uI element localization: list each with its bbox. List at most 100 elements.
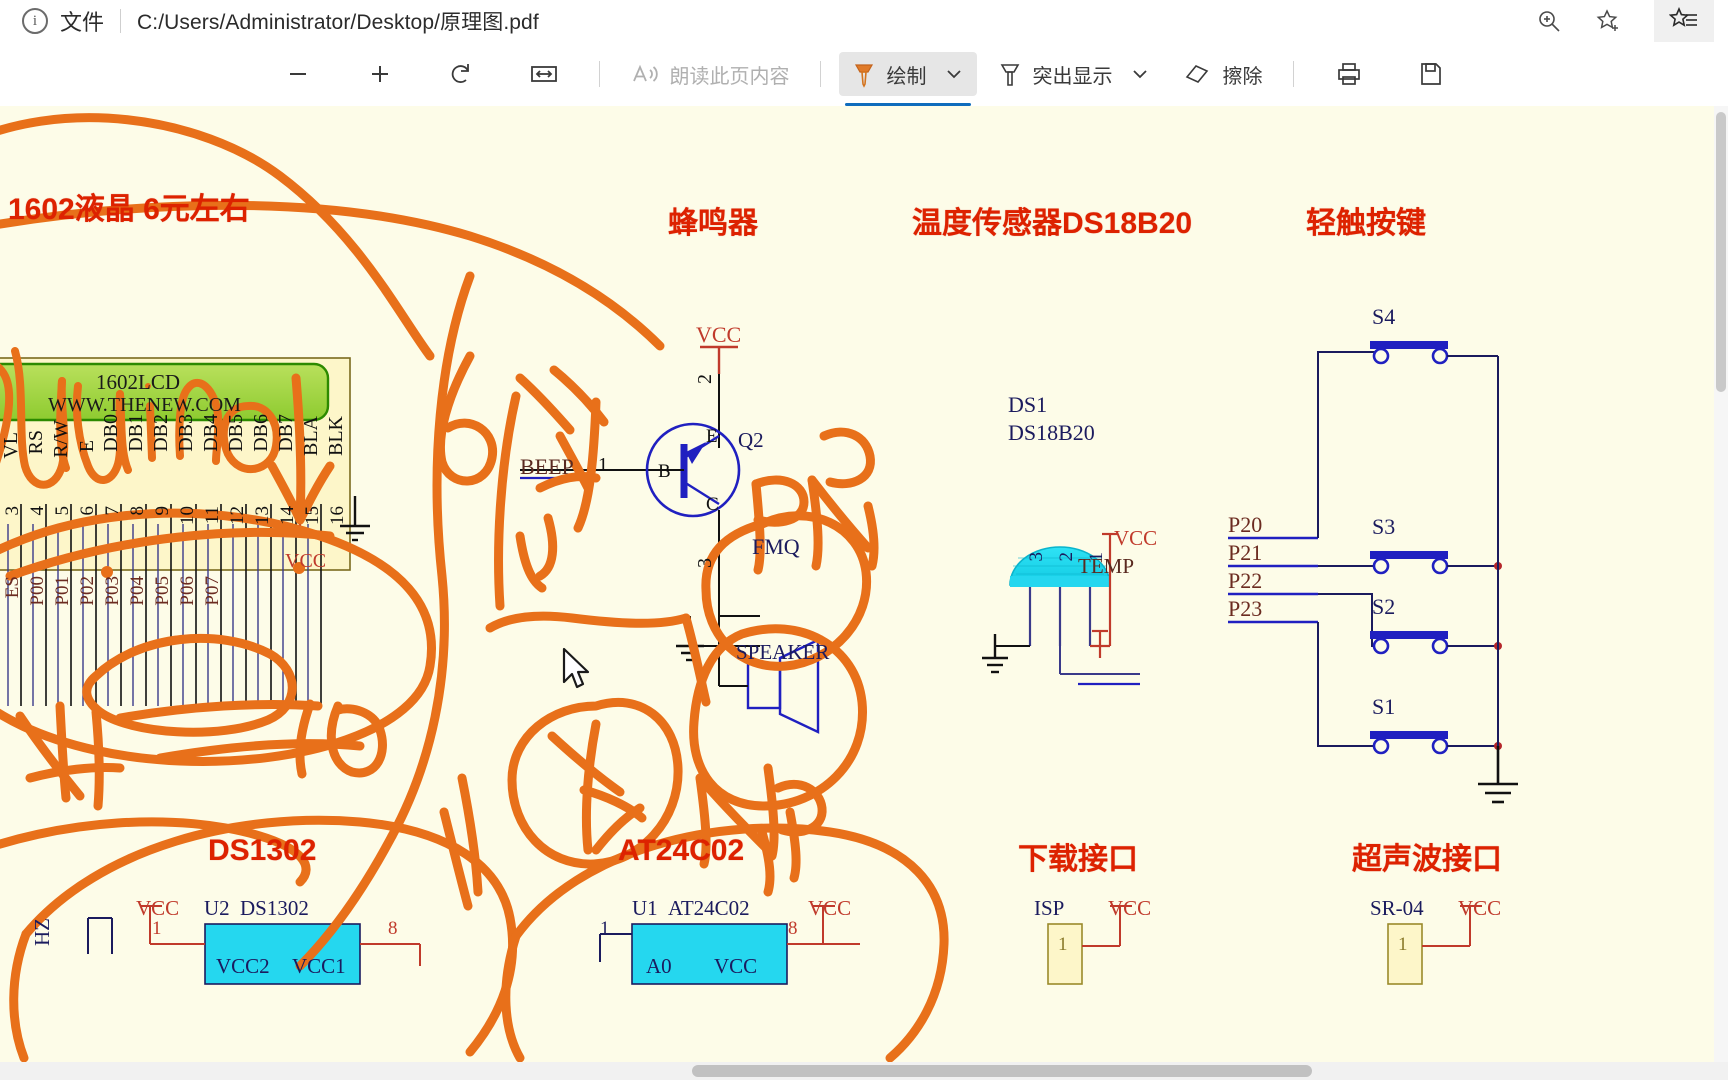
chevron-down-icon[interactable] — [943, 63, 965, 85]
vertical-scroll-thumb[interactable] — [1716, 112, 1726, 392]
at24c02-ref: U1 — [632, 896, 658, 920]
highlight-button[interactable]: 突出显示 — [985, 52, 1163, 96]
address-bar-left[interactable]: i 文件 C:/Users/Administrator/Desktop/原理图.… — [0, 5, 1534, 37]
switch-label-s1: S1 — [1372, 694, 1396, 719]
lcd-pin-name: DB6 — [250, 414, 272, 452]
divider — [598, 61, 600, 87]
switch-label-s2: S2 — [1372, 594, 1396, 619]
address-url-text[interactable]: C:/Users/Administrator/Desktop/原理图.pdf — [137, 6, 539, 36]
lcd-pin-name: VL — [0, 432, 22, 459]
sr04-ref: SR-04 — [1370, 896, 1424, 920]
lcd-net-label: P03 — [102, 576, 123, 606]
zoom-out-button[interactable] — [265, 52, 331, 96]
lcd-net-label: P04 — [127, 576, 148, 606]
browser-window: i 文件 C:/Users/Administrator/Desktop/原理图.… — [0, 0, 1728, 1080]
buzzer-pin-2: 2 — [694, 374, 716, 384]
pdf-page[interactable]: 1602液晶 6元左右 蜂鸣器 温度传感器DS18B20 轻触按键 DS1302… — [0, 106, 1728, 1080]
lcd-pin-name: DB2 — [150, 414, 172, 452]
lcd-pin-name: DB5 — [225, 414, 247, 452]
info-icon[interactable]: i — [22, 8, 48, 34]
isp-ref: ISP — [1034, 896, 1065, 920]
temp-pin-2: 2 — [1056, 552, 1077, 562]
at24c02-pin-1: 1 — [600, 918, 610, 939]
print-icon[interactable] — [1316, 52, 1382, 96]
pdf-toolbar: 朗读此页内容 绘制 突出显示 擦除 — [0, 42, 1728, 107]
lcd-pin-number: 11 — [202, 506, 223, 525]
lcd-pin-name: RS — [25, 430, 47, 455]
lcd-net-label: P01 — [52, 576, 73, 606]
divider — [819, 61, 821, 87]
transistor-emitter-label: E — [706, 426, 718, 447]
highlight-label: 突出显示 — [1032, 65, 1113, 88]
lcd-pin-name: DB3 — [175, 414, 197, 452]
lcd-net-label: ES — [2, 576, 23, 599]
temp-net-label: TEMP — [1078, 554, 1135, 578]
temp-vcc-label: VCC — [1114, 526, 1158, 550]
at24c02-part: AT24C02 — [668, 896, 750, 920]
temp-ref: DS1 — [1008, 392, 1048, 417]
read-aloud-label: 朗读此页内容 — [669, 65, 790, 88]
ds1302-pin-8: 8 — [388, 918, 398, 939]
lcd-pin-number: 14 — [277, 506, 298, 525]
divider — [120, 9, 122, 33]
file-scheme-label: 文件 — [60, 10, 105, 35]
chevron-down-icon[interactable] — [1129, 63, 1151, 85]
lcd-pin-number: 6 — [77, 506, 98, 516]
sr04-vcc-label: VCC — [1458, 896, 1502, 920]
horizontal-scrollbar[interactable] — [0, 1062, 1728, 1080]
lcd-pin-name: BLA — [300, 416, 322, 456]
lcd-pin-number: 10 — [177, 506, 198, 525]
erase-label: 擦除 — [1222, 65, 1263, 88]
lcd-pin-name: DB1 — [125, 414, 147, 452]
draw-label: 绘制 — [886, 65, 927, 88]
vertical-scrollbar[interactable] — [1714, 106, 1728, 1062]
temp-pin-3: 3 — [1026, 552, 1047, 562]
at24c02-pin-label-vcc: VCC — [714, 954, 758, 978]
lcd-pin-number: 7 — [102, 506, 123, 516]
rotate-icon[interactable] — [429, 52, 495, 96]
erase-button[interactable]: 擦除 — [1171, 52, 1275, 96]
lcd-pin-name: DB0 — [100, 414, 122, 452]
isp-pin-1: 1 — [1058, 934, 1068, 955]
lcd-brand: 1602LCD — [96, 370, 180, 394]
collections-button[interactable] — [1654, 0, 1714, 42]
beep-net-label: BEEP — [520, 454, 574, 479]
add-favorite-star-icon[interactable] — [1594, 6, 1624, 36]
save-icon[interactable] — [1398, 52, 1464, 96]
isp-vcc-label: VCC — [1108, 896, 1152, 920]
key-net-p22: P22 — [1228, 568, 1263, 593]
transistor-ref: Q2 — [738, 428, 764, 452]
section-label-temp: 温度传感器DS18B20 — [912, 207, 1193, 240]
horizontal-scroll-thumb[interactable] — [692, 1065, 1312, 1077]
hz-label: HZ — [30, 918, 54, 946]
buzzer-pin-1: 1 — [598, 454, 608, 476]
section-label-buzzer: 蜂鸣器 — [668, 207, 758, 240]
ds1302-pin-1: 1 — [152, 918, 162, 939]
lcd-pin-number: 16 — [327, 506, 348, 525]
draw-button[interactable]: 绘制 — [838, 52, 977, 106]
lcd-pin-number: 8 — [127, 506, 148, 516]
address-bar-right — [1534, 0, 1728, 42]
divider — [1292, 61, 1294, 87]
lcd-net-label: P07 — [202, 576, 223, 606]
schematic-canvas: 1602液晶 6元左右 蜂鸣器 温度传感器DS18B20 轻触按键 DS1302… — [0, 106, 1728, 1080]
fit-page-icon[interactable] — [511, 52, 577, 96]
lcd-net-label: P05 — [152, 576, 173, 606]
read-aloud-button[interactable]: 朗读此页内容 — [618, 52, 802, 96]
search-zoom-icon[interactable] — [1534, 6, 1564, 36]
ds1302-part: DS1302 — [240, 896, 309, 920]
lcd-pin-name: DB4 — [200, 414, 222, 452]
buzzer-vcc-label: VCC — [696, 322, 742, 347]
key-net-p20: P20 — [1228, 512, 1263, 537]
ds1302-pin-label-vcc2: VCC2 — [216, 954, 270, 978]
zoom-in-button[interactable] — [347, 52, 413, 96]
pdf-toolbar-group: 朗读此页内容 绘制 突出显示 擦除 — [257, 52, 1472, 106]
ds1302-pin-label-vcc1: VCC1 — [292, 954, 346, 978]
speaker-type-label: SPEAKER — [736, 640, 830, 664]
key-net-p21: P21 — [1228, 540, 1263, 565]
speaker-ref: FMQ — [752, 534, 800, 559]
lcd-pin-number: 5 — [52, 506, 73, 516]
buzzer-pin-3: 3 — [694, 558, 716, 568]
lcd-pin-name: E — [76, 440, 98, 453]
handwriting-ink-layer — [0, 113, 949, 1063]
